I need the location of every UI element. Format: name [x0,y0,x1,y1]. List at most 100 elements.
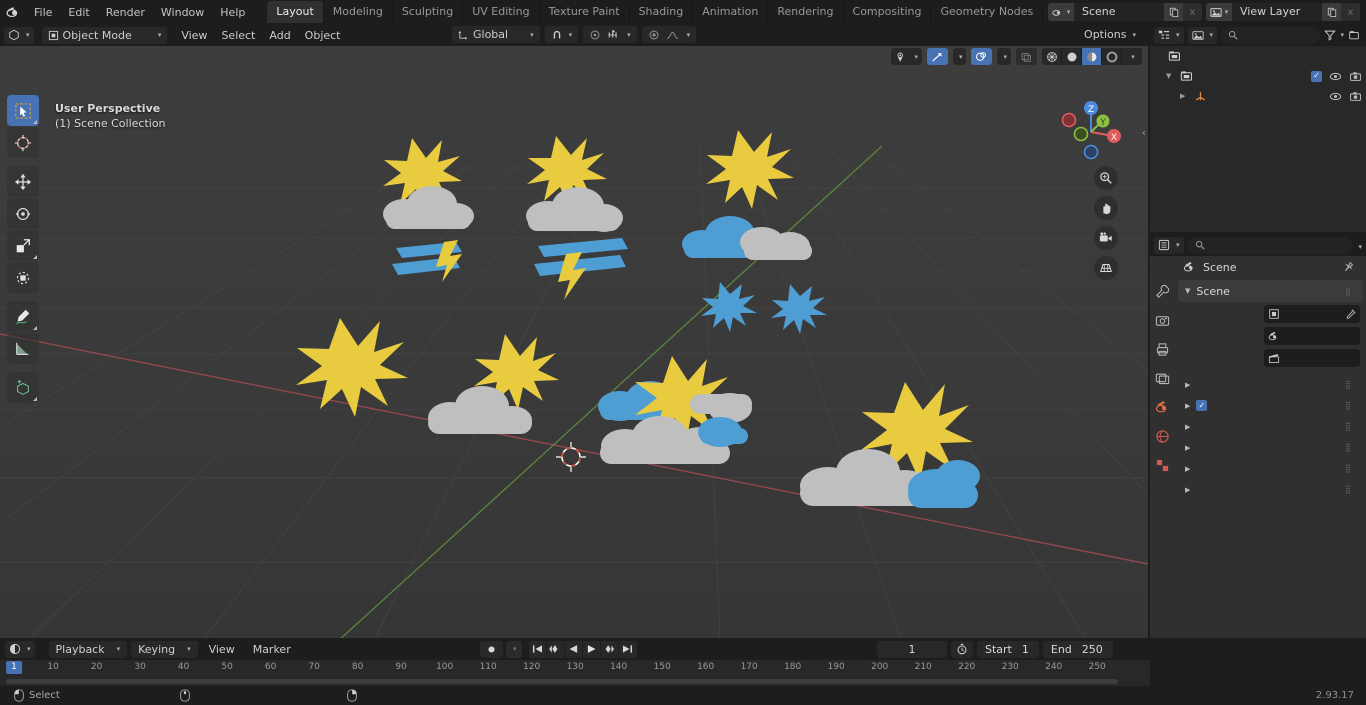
gizmo-dropdown[interactable]: ▾ [952,48,967,65]
scene-icon[interactable]: ▾ [1048,3,1074,21]
pin-icon[interactable] [1342,261,1354,273]
outliner-expand-triangle-icon[interactable]: ▶ [1180,92,1192,100]
view-layer-name[interactable]: View Layer [1232,3,1322,21]
menu-edit[interactable]: Edit [60,3,97,22]
frame-start-field[interactable]: Start 1 [977,640,1039,658]
timeline-editor-icon[interactable]: ▾ [5,640,35,658]
outliner-search-input[interactable] [1221,26,1321,44]
menu-render[interactable]: Render [98,3,153,22]
tool-tab[interactable] [1154,282,1172,300]
object-visibility-button[interactable]: ▾ [891,48,922,65]
outliner-row[interactable] [1150,46,1366,66]
outliner-checkbox[interactable]: ✓ [1311,70,1322,82]
panel-header-gravity[interactable]: ▶ ✓ ⣿ [1178,395,1363,416]
workspace-tab-animation[interactable]: Animation [693,1,769,23]
scale-tool[interactable] [7,230,39,261]
measure-tool[interactable] [7,333,39,364]
properties-options-chevron-icon[interactable]: ▾ [1356,239,1362,252]
auto-keying-dropdown[interactable]: ▾ [506,640,522,658]
shading-dropdown[interactable]: ▾ [1122,48,1142,65]
viewport-menu-select[interactable]: Select [215,27,261,44]
viewport-canvas[interactable]: User Perspective (1) Scene Collection Z … [0,46,1148,638]
outliner-camera-icon[interactable] [1349,71,1362,82]
navigation-gizmo[interactable]: Z X Y [1056,94,1126,164]
scene-selector[interactable]: ▾ Scene x [1048,3,1202,21]
editor-type-3dview-icon[interactable]: ▾ [4,26,34,44]
frame-end-field[interactable]: End 250 [1042,640,1113,658]
outliner-eye-icon[interactable] [1329,91,1342,102]
snap-toggle[interactable]: ▾ [544,26,579,43]
viewport-options-button[interactable]: Options ▾ [1078,26,1142,43]
view-layer-icon[interactable]: ▾ [1206,3,1232,21]
workspace-tab-shading[interactable]: Shading [630,1,694,23]
panel-header-custom-properties[interactable]: ▶ ⣿ [1178,479,1363,500]
texture-tab[interactable] [1154,456,1172,474]
outliner-eye-icon[interactable] [1329,71,1342,82]
outliner-camera-icon[interactable] [1349,91,1362,102]
annotate-tool[interactable] [7,301,39,332]
workspace-tab-rendering[interactable]: Rendering [768,1,844,23]
sidebar-collapse-arrow-icon[interactable]: ‹ [1142,126,1146,139]
remove-view-layer-button[interactable]: x [1341,3,1360,21]
outliner-display-mode-icon[interactable]: ▾ [1154,26,1184,44]
menu-file[interactable]: File [26,3,60,22]
transform-orientation-selector[interactable]: Global ▾ [452,26,540,43]
jump-end-button[interactable] [619,641,637,658]
render-tab[interactable] [1154,311,1172,329]
viewport-menu-add[interactable]: Add [263,27,296,44]
zoom-nav-button[interactable] [1094,166,1118,190]
proportional-falloff-group[interactable]: ▾ [641,26,697,43]
rotate-tool[interactable] [7,198,39,229]
shading-solid-button[interactable] [1062,48,1082,65]
timeline-ruler[interactable]: 10 20 30 40 50 60 70 80 90 100 110 120 130 140 150 160 1… [0,660,1150,678]
gizmo-toggle-button[interactable] [926,48,948,65]
outliner-filter-display-icon[interactable]: ▾ [1187,26,1218,44]
workspace-tab-texture-paint[interactable]: Texture Paint [540,1,630,23]
panel-header-scene[interactable]: ▼ Scene ⣿ [1178,280,1363,302]
viewport-menu-view[interactable]: View [175,27,213,44]
panel-header-keying-sets[interactable]: ▶ ⣿ [1178,416,1363,437]
new-scene-button[interactable] [1164,3,1183,21]
scene-name[interactable]: Scene [1074,3,1164,21]
cursor-tool[interactable] [7,127,39,158]
new-view-layer-button[interactable] [1322,3,1341,21]
unlink-scene-button[interactable]: x [1183,3,1202,21]
keying-menu[interactable]: Keying ▾ [131,640,198,658]
use-preview-range-button[interactable] [951,640,973,658]
pan-nav-button[interactable] [1094,196,1118,220]
workspace-tab-geometry-nodes[interactable]: Geometry Nodes [931,1,1044,23]
scene-tab[interactable] [1154,398,1172,416]
playback-menu[interactable]: Playback ▾ [48,640,128,658]
move-tool[interactable] [7,166,39,197]
properties-editor-icon[interactable]: ▾ [1154,236,1184,254]
property-value-field[interactable] [1264,349,1360,367]
add-cube-tool[interactable] [7,372,39,403]
play-button[interactable] [583,640,601,658]
camera-nav-button[interactable] [1094,226,1118,250]
outliner-row[interactable]: ▼ ✓ [1150,66,1366,86]
timeline-horizontal-scrollbar[interactable] [6,679,1118,684]
panel-enable-checkbox[interactable]: ✓ [1196,400,1208,411]
timeline-view-menu[interactable]: View [202,641,242,658]
tweak-tool[interactable] [7,95,39,126]
shading-material-preview-button[interactable] [1082,48,1102,65]
property-value-field[interactable] [1264,327,1360,345]
outliner-filter-icon[interactable]: ▾ [1324,29,1344,41]
blender-logo-icon[interactable] [0,5,26,20]
play-reverse-button[interactable] [565,640,583,658]
jump-start-button[interactable] [529,640,547,658]
interaction-mode-selector[interactable]: Object Mode ▾ [41,26,168,44]
panel-header-units[interactable]: ▶ ⣿ [1178,374,1363,395]
workspace-tab-modeling[interactable]: Modeling [324,1,393,23]
overlays-dropdown[interactable]: ▾ [997,48,1011,65]
viewport-menu-object[interactable]: Object [299,27,347,44]
workspace-tab-compositing[interactable]: Compositing [844,1,932,23]
view-layer-tab[interactable] [1154,369,1172,387]
proportional-editing-group[interactable]: ▾ [583,26,637,43]
overlays-toggle-button[interactable] [971,48,993,65]
output-tab[interactable] [1154,340,1172,358]
timeline-playhead[interactable]: 1 [6,661,22,674]
property-value-field[interactable] [1264,305,1360,323]
current-frame-field[interactable]: 1 [877,640,947,658]
menu-help[interactable]: Help [212,3,253,22]
